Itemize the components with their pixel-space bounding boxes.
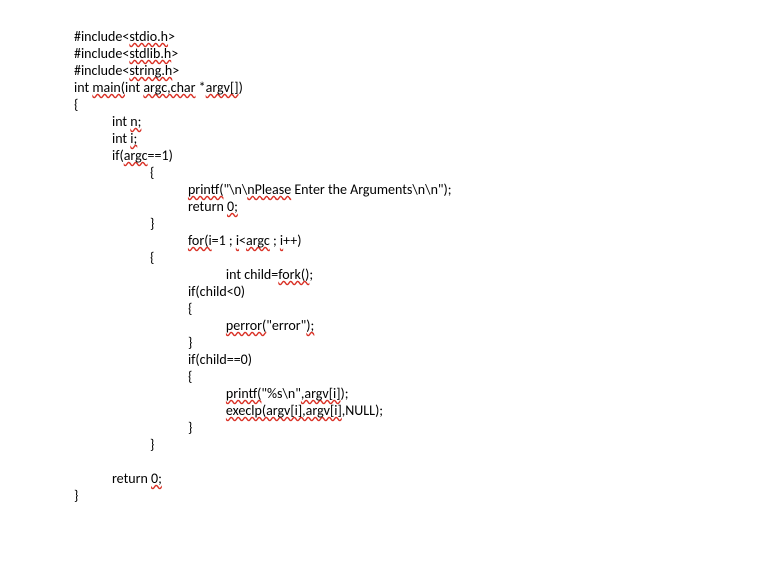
spelling-underline: string.h xyxy=(129,62,172,79)
code-text: ; xyxy=(309,266,313,283)
spelling-underline: i; xyxy=(130,130,137,147)
code-line: } xyxy=(74,334,778,351)
code-text xyxy=(74,232,188,249)
code-line: } xyxy=(74,215,778,232)
code-line: { xyxy=(74,368,778,385)
code-text xyxy=(74,402,226,419)
code-line: #include<stdio.h> xyxy=(74,28,778,45)
code-line: if(child==0) xyxy=(74,351,778,368)
code-text: { xyxy=(74,249,154,266)
code-text: * xyxy=(196,79,206,96)
code-text: #include< xyxy=(74,45,129,62)
spelling-underline: argc xyxy=(246,232,270,249)
code-text: child= xyxy=(241,266,278,283)
code-text xyxy=(74,385,226,402)
code-text: } xyxy=(74,436,154,453)
code-line: return 0; xyxy=(74,198,778,215)
code-line: int n; xyxy=(74,113,778,130)
spelling-underline: printf( xyxy=(188,181,224,198)
code-line: { xyxy=(74,249,778,266)
code-text xyxy=(74,181,188,198)
code-line: } xyxy=(74,419,778,436)
spelling-underline: perror( xyxy=(226,317,266,334)
code-text: } xyxy=(74,334,192,351)
code-line: if(child<0) xyxy=(74,283,778,300)
code-text: int xyxy=(125,79,140,96)
code-text: #include< xyxy=(74,62,129,79)
code-text: } xyxy=(74,419,192,436)
code-line: { xyxy=(74,300,778,317)
code-text: if(child<0) xyxy=(74,283,245,300)
spelling-underline: nPlease xyxy=(247,181,291,198)
code-text: return xyxy=(74,470,151,487)
spelling-underline: fork() xyxy=(278,266,309,283)
code-text: return xyxy=(74,198,227,215)
code-text: > xyxy=(168,28,175,45)
spelling-underline: 0; xyxy=(227,198,238,215)
code-text: < xyxy=(239,232,246,249)
code-line: printf("\n\nPlease Enter the Arguments\n… xyxy=(74,181,778,198)
spelling-underline: ); xyxy=(306,317,314,334)
spelling-underline: argc,char xyxy=(143,79,195,96)
code-text: if(child==0) xyxy=(74,351,252,368)
code-text: > xyxy=(172,62,179,79)
code-line: for(i=1 ; i<argc ; i++) xyxy=(74,232,778,249)
code-text: "\n\ xyxy=(223,181,247,198)
code-line: printf("%s\n",argv[i]); xyxy=(74,385,778,402)
spelling-underline: main( xyxy=(92,79,125,96)
code-text: "error" xyxy=(266,317,306,334)
code-text: int xyxy=(74,130,127,147)
code-text: if( xyxy=(74,147,124,164)
spelling-underline: stdlib.h xyxy=(129,45,171,62)
code-text: int xyxy=(74,266,241,283)
code-text: ); xyxy=(341,385,349,402)
code-text: "%s\n" xyxy=(261,385,300,402)
spelling-underline: ,argv[i] xyxy=(301,385,341,402)
code-line: } xyxy=(74,436,778,453)
code-text: { xyxy=(74,300,192,317)
code-line: perror("error"); xyxy=(74,317,778,334)
spelling-underline: 0; xyxy=(151,470,162,487)
code-line: execlp(argv[i],argv[i],NULL); xyxy=(74,402,778,419)
code-line: { xyxy=(74,164,778,181)
code-line: } xyxy=(74,487,778,504)
spelling-underline: argc xyxy=(124,147,148,164)
code-text: int xyxy=(74,79,89,96)
code-line: #include<string.h> xyxy=(74,62,778,79)
spelling-underline: printf( xyxy=(226,385,262,402)
spelling-underline: n; xyxy=(130,113,141,130)
code-text: ,NULL); xyxy=(342,402,383,419)
code-text: Enter the Arguments\n\n"); xyxy=(291,181,451,198)
code-line: if(argc==1) xyxy=(74,147,778,164)
code-text: #include< xyxy=(74,28,129,45)
code-text: ) xyxy=(239,79,243,96)
code-text: ++) xyxy=(283,232,301,249)
spelling-underline: execlp(argv[i],argv[i] xyxy=(226,402,342,419)
code-text: } xyxy=(74,215,154,232)
code-text: > xyxy=(171,45,178,62)
code-text: { xyxy=(74,96,78,113)
code-document: #include<stdio.h> #include<stdlib.h> #in… xyxy=(0,0,778,504)
code-text: =1 ; xyxy=(212,232,236,249)
code-line: int child=fork(); xyxy=(74,266,778,283)
code-text xyxy=(74,453,77,470)
code-text: { xyxy=(74,368,192,385)
code-line xyxy=(74,453,778,470)
code-text: ==1) xyxy=(148,147,173,164)
code-text: { xyxy=(74,164,154,181)
spelling-underline: stdio.h xyxy=(129,28,168,45)
spelling-underline: for(i xyxy=(188,232,212,249)
code-line: int i; xyxy=(74,130,778,147)
code-text: ; xyxy=(270,232,280,249)
code-text xyxy=(74,317,226,334)
spelling-underline: argv[] xyxy=(206,79,239,96)
code-text: int xyxy=(74,113,127,130)
code-line: return 0; xyxy=(74,470,778,487)
code-text: } xyxy=(74,487,78,504)
code-line: int main(int argc,char *argv[]) xyxy=(74,79,778,96)
code-line: #include<stdlib.h> xyxy=(74,45,778,62)
code-line: { xyxy=(74,96,778,113)
